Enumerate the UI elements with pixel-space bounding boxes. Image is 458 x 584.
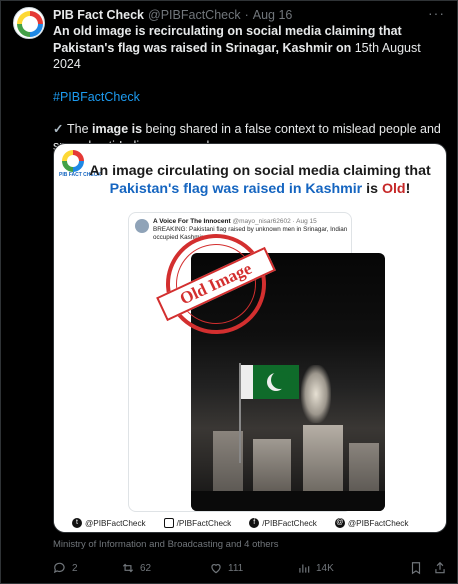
facebook-icon: f <box>249 518 260 528</box>
headline-line-1: An image circulating on social media cla… <box>89 163 431 179</box>
bookmark-icon <box>411 562 421 575</box>
repost-icon <box>122 563 134 573</box>
headline-blue: Pakistan's flag was raised in Kashmir <box>109 181 363 197</box>
monument-2 <box>253 439 291 495</box>
footer-threads: @ @PIBFactCheck <box>334 518 409 528</box>
tweet-text: An old image is recirculating on social … <box>53 23 449 154</box>
footer-instagram: /PIBFactCheck <box>163 518 232 528</box>
card-headline: An image circulating on social media cla… <box>82 162 438 198</box>
header-separator: · <box>244 8 249 22</box>
flag-white-stripe <box>241 365 253 399</box>
footer-label: /PIBFactCheck <box>262 518 317 528</box>
footer-label: @PIBFactCheck <box>347 518 409 528</box>
text-3b: image is <box>92 122 143 136</box>
text-1a: An old <box>53 24 96 38</box>
headline-old: Old <box>381 181 406 197</box>
like-button[interactable]: 111 <box>209 561 243 575</box>
reply-icon <box>53 562 65 574</box>
reply-count: 2 <box>72 562 78 574</box>
media-caption[interactable]: Ministry of Information and Broadcasting… <box>53 539 278 550</box>
avatar[interactable] <box>13 7 45 39</box>
check-mark-icon: ✓ <box>53 122 64 136</box>
more-dots-icon[interactable]: ··· <box>428 5 445 21</box>
author-name[interactable]: PIB Fact Check <box>53 8 144 22</box>
pib-card-logo-icon <box>62 150 84 172</box>
action-bar: 2 62 111 14K <box>53 559 449 577</box>
headline-is: is <box>362 181 382 197</box>
view-count: 14K <box>316 562 334 574</box>
text-1d: on <box>335 40 352 55</box>
monument-3 <box>303 425 343 495</box>
like-count: 111 <box>228 562 244 574</box>
author-handle[interactable]: @PIBFactCheck <box>148 8 241 22</box>
headline-line-2: Pakistan's flag was raised in Kashmir is… <box>82 180 438 198</box>
headline-exclaim: ! <box>405 181 411 197</box>
tweet-hashtag-line: #PIBFactCheck <box>53 89 449 106</box>
tweet-line-1: An old image is recirculating on social … <box>53 23 449 73</box>
bookmark-button[interactable] <box>409 561 423 575</box>
twitter-icon: t <box>72 518 82 528</box>
inner-avatar <box>135 219 149 233</box>
text-1b: image <box>95 24 132 38</box>
crowd-silhouette <box>191 491 385 511</box>
views-icon <box>299 564 310 573</box>
threads-icon: @ <box>334 518 345 528</box>
footer-label: @PIBFactCheck <box>85 518 146 528</box>
footer-label: /PIBFactCheck <box>176 518 232 528</box>
inner-author: A Voice For The Innocent <box>153 218 231 225</box>
instagram-icon <box>163 518 174 528</box>
repost-count: 62 <box>140 562 152 574</box>
tweet-date[interactable]: Aug 16 <box>253 8 293 22</box>
lit-figure <box>301 365 331 423</box>
share-button[interactable] <box>433 561 447 575</box>
tweet-header: PIB Fact Check @PIBFactCheck · Aug 16 <box>53 7 292 23</box>
media-card[interactable]: PIB FACT CHECK An image circulating on s… <box>53 143 447 533</box>
reply-button[interactable]: 2 <box>53 561 78 575</box>
inner-header: A Voice For The Innocent @mayo_nisar6260… <box>153 218 317 225</box>
avatar-core <box>22 16 38 32</box>
text-3a: The <box>67 122 93 136</box>
hashtag-link[interactable]: #PIBFactCheck <box>53 90 140 104</box>
share-icon <box>435 561 445 574</box>
inner-text: BREAKING: Pakistani flag raised by unkno… <box>153 226 348 241</box>
pakistan-flag <box>241 365 299 399</box>
card-footer: t @PIBFactCheck /PIBFactCheck f /PIBFact… <box>54 512 446 532</box>
tweet[interactable]: PIB Fact Check @PIBFactCheck · Aug 16 ··… <box>0 0 458 584</box>
views-button[interactable]: 14K <box>297 561 334 575</box>
footer-facebook: f /PIBFactCheck <box>249 518 317 528</box>
repost-button[interactable]: 62 <box>121 561 151 575</box>
footer-twitter: t @PIBFactCheck <box>72 518 146 528</box>
inner-handle: @mayo_nisar62602 · Aug 15 <box>232 218 317 225</box>
monument-4 <box>349 443 379 495</box>
heart-icon <box>211 564 221 574</box>
flag-crescent-cut <box>271 371 289 389</box>
